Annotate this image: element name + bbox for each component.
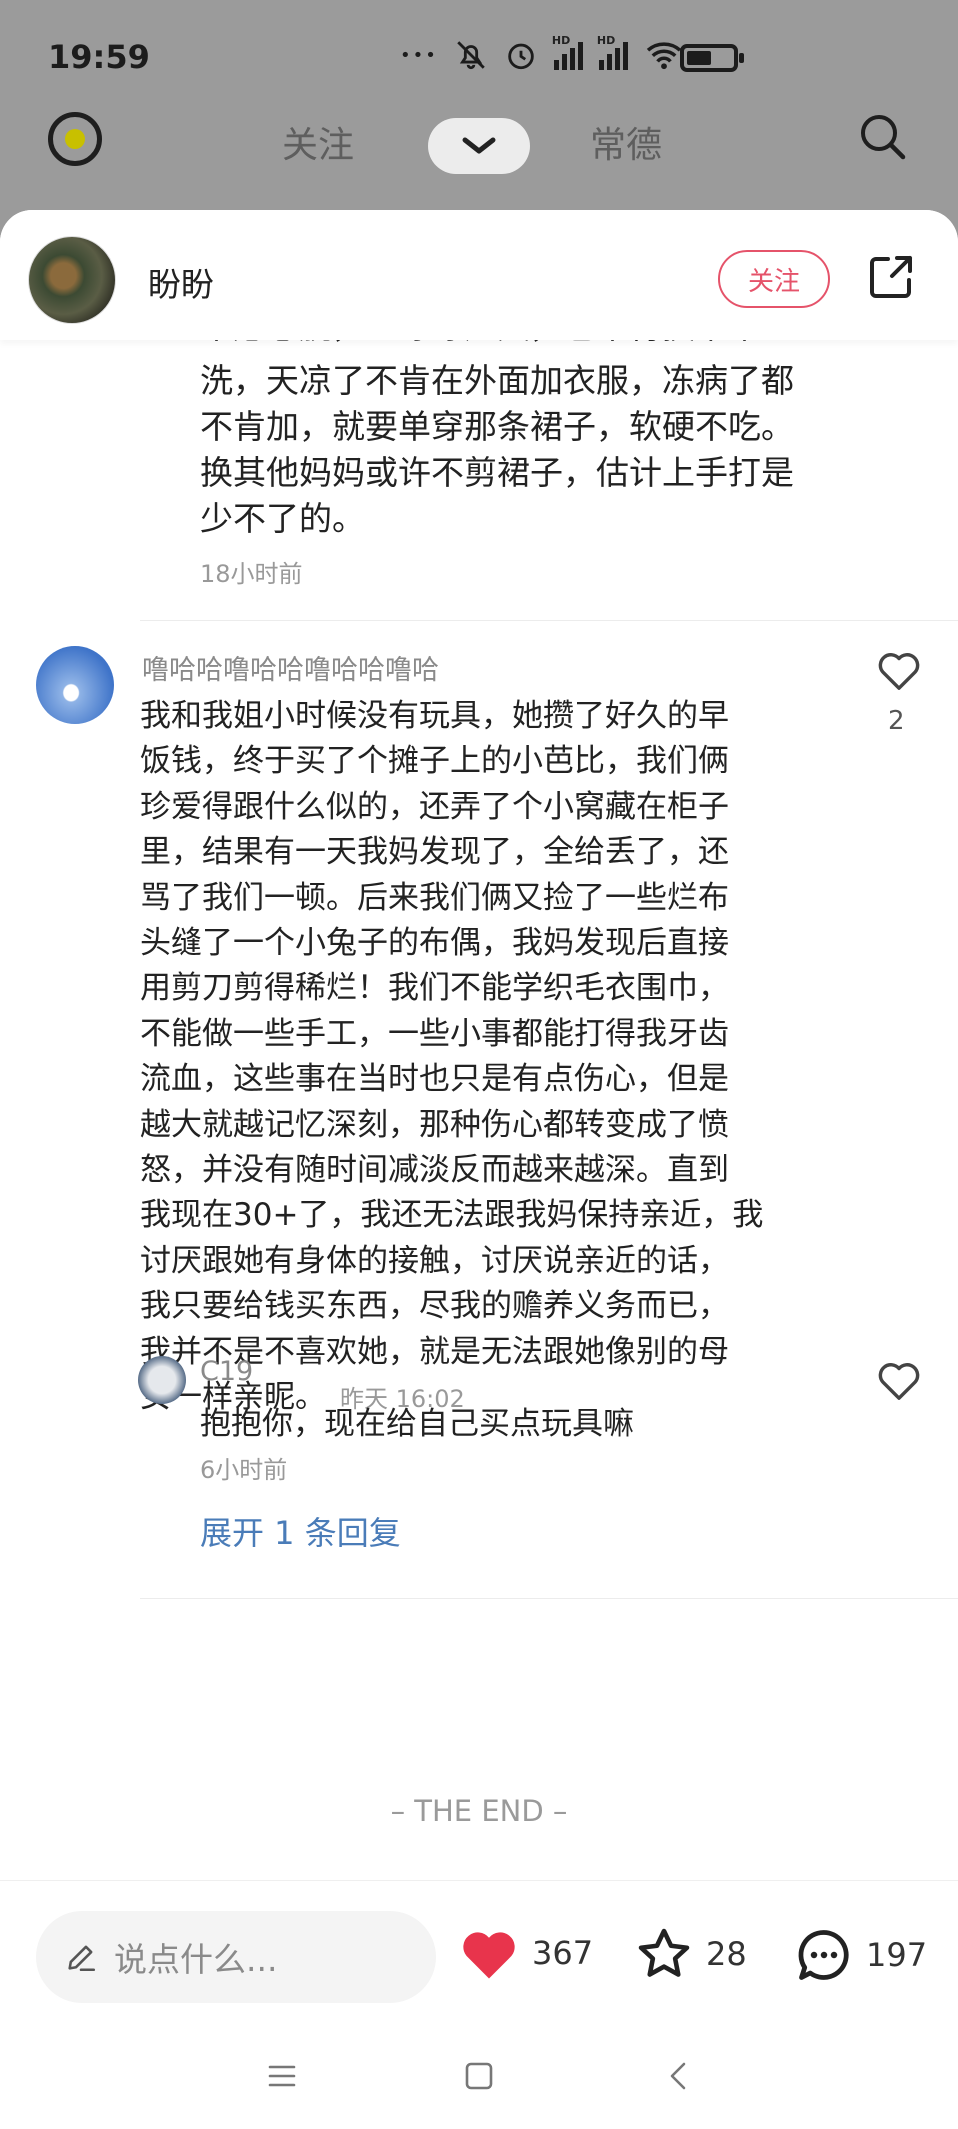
tab-changde[interactable]: 常德 [590, 116, 662, 168]
signal-hd-icon: HD [552, 34, 583, 70]
bottom-action-bar: 说点什么... 367 28 197 [0, 1880, 958, 2030]
author-name[interactable]: 盼盼 [148, 258, 214, 306]
the-end-label: – THE END – [390, 1794, 568, 1828]
comment-button[interactable]: 197 [794, 1925, 927, 1985]
status-bar: 19:59 ••• HD HD [0, 0, 958, 110]
reply-user-name[interactable]: C19 [200, 1356, 253, 1387]
home-icon[interactable] [459, 2056, 499, 2096]
search-icon[interactable] [858, 112, 906, 160]
comment-count: 197 [866, 1936, 928, 1974]
previous-comment-time: 18小时前 [200, 560, 303, 588]
collapse-button[interactable] [428, 118, 530, 174]
alarm-icon [508, 43, 534, 70]
expand-replies-link[interactable]: 展开 1 条回复 [200, 1508, 401, 1554]
comment-input-placeholder: 说点什么... [114, 1940, 278, 1979]
commenter-name[interactable]: 噜哈哈噜哈哈噜哈哈噜哈 [142, 648, 439, 687]
top-nav: 关注 常德 [0, 100, 958, 210]
comment-sheet: 盼盼 关注 不愿意脱，一穿穿几天，也不肯换下来 洗，天凉了不肯在外面加衣服，冻病… [0, 210, 958, 2129]
previous-comment-text: 洗，天凉了不肯在外面加衣服，冻病了都 不肯加，就要单穿那条裙子，软硬不吃。 换其… [200, 361, 794, 538]
chat-bubble-icon [798, 1930, 849, 1980]
divider [140, 1598, 958, 1599]
menu-icon[interactable] [262, 2056, 302, 2096]
favorite-button[interactable]: 28 [634, 1925, 747, 1983]
follow-button[interactable]: 关注 [718, 250, 830, 308]
reply-time: 6小时前 [200, 1456, 288, 1484]
reply-text[interactable]: 抱抱你，现在给自己买点玩具嘛 [200, 1398, 634, 1443]
signal-hd-icon-2: HD [597, 34, 628, 70]
favorite-count: 28 [706, 1935, 747, 1973]
reply-avatar[interactable] [138, 1356, 186, 1404]
system-nav-bar [0, 2030, 958, 2129]
avatar[interactable] [28, 236, 116, 324]
back-icon[interactable] [660, 2056, 700, 2096]
app-logo-icon[interactable] [48, 112, 102, 166]
like-button[interactable]: 367 [458, 1925, 593, 1981]
comment-text[interactable]: 我和我姐小时候没有玩具，她攒了好久的早 饭钱，终于买了个摊子上的小芭比，我们俩 … [140, 694, 830, 1423]
mute-bell-icon [457, 41, 485, 70]
status-time: 19:59 [48, 38, 150, 76]
heart-filled-icon [463, 1932, 515, 1979]
heart-outline-icon[interactable] [876, 650, 922, 692]
post-header: 盼盼 关注 [0, 210, 958, 340]
star-outline-icon [638, 1928, 690, 1977]
like-count: 367 [532, 1934, 594, 1972]
share-icon[interactable] [866, 252, 916, 302]
comment-input[interactable]: 说点什么... [36, 1911, 436, 2003]
divider [140, 620, 958, 621]
comment-like-count: 2 [888, 706, 905, 736]
commenter-avatar[interactable] [36, 646, 114, 724]
pencil-icon [68, 1945, 96, 1972]
status-icons: ••• HD HD [400, 34, 684, 72]
heart-outline-icon[interactable] [876, 1360, 922, 1402]
battery-icon [680, 44, 744, 72]
wifi-icon [646, 42, 682, 70]
more-dots-icon: ••• [400, 44, 438, 66]
chevron-down-icon [462, 137, 496, 154]
tab-following[interactable]: 关注 [282, 116, 354, 168]
